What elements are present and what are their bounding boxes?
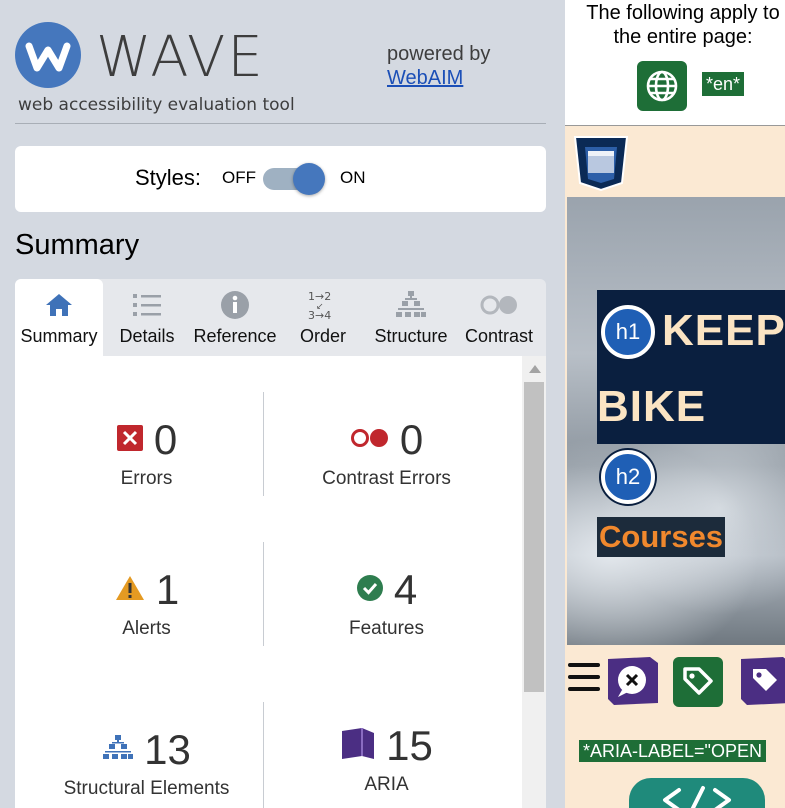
features-label: Features — [349, 618, 424, 639]
tab-label: Reference — [193, 326, 277, 346]
language-globe-icon[interactable] — [637, 61, 687, 111]
tab-label: Summary — [20, 326, 98, 346]
aria-label-tag: *ARIA-LABEL="OPEN — [579, 740, 766, 762]
html5-structure-icon[interactable] — [573, 135, 629, 192]
aria-stat[interactable]: 15 ARIA — [267, 724, 506, 796]
logo-text: WAVE — [96, 25, 265, 90]
tab-label: Structure — [374, 326, 448, 346]
tag-feature-icon[interactable] — [673, 657, 723, 707]
styles-toggle-knob[interactable] — [293, 163, 325, 195]
info-icon — [191, 291, 279, 319]
tab-label: Order — [299, 326, 346, 346]
aria-count: 15 — [386, 722, 433, 769]
styles-off-label: OFF — [222, 168, 256, 187]
list-icon — [103, 291, 191, 319]
tab-structure[interactable]: Structure — [367, 279, 455, 356]
tab-reference[interactable]: Reference — [191, 279, 279, 356]
tab-details[interactable]: Details — [103, 279, 191, 356]
structural-label: Structural Elements — [63, 778, 230, 799]
logo-tagline: web accessibility evaluation tool — [18, 95, 295, 115]
h1-text-line-2: BIKE — [597, 382, 707, 431]
hamburger-menu-icon[interactable] — [568, 663, 600, 691]
contrast-errors-count: 0 — [399, 416, 424, 463]
errors-label: Errors — [120, 468, 173, 489]
order-icon: 1→2 ↙ 3→4 — [279, 290, 367, 322]
contrast-errors-stat[interactable]: 0 Contrast Errors — [267, 418, 506, 490]
h1-badge[interactable]: h1 — [601, 305, 655, 359]
styles-toggle-panel: Styles: OFF ON — [15, 146, 546, 212]
structural-count: 13 — [144, 726, 191, 773]
tab-contrast[interactable]: Contrast — [455, 279, 543, 356]
scroll-up-arrow-icon[interactable] — [529, 365, 541, 373]
wave-logo-icon — [15, 22, 81, 88]
alert-icon — [114, 574, 146, 607]
styles-on-label: ON — [340, 168, 366, 187]
page-info-text: The following apply to the entire page: — [586, 2, 780, 48]
code-element-icon[interactable] — [629, 778, 765, 808]
structural-elements-stat[interactable]: 13 Structural Elements — [27, 728, 266, 800]
tab-label: Contrast — [464, 326, 534, 346]
contrast-errors-label: Contrast Errors — [322, 468, 451, 489]
webaim-link[interactable]: WebAIM — [387, 66, 490, 90]
summary-content: 0 Errors 0 Contrast Errors 1 Alerts 4 Fe… — [15, 356, 546, 808]
feature-check-icon — [356, 574, 384, 607]
tab-label: Details — [119, 326, 175, 346]
errors-stat[interactable]: 0 Errors — [27, 418, 266, 490]
page-level-info: The following apply to the entire page: … — [565, 0, 785, 126]
language-tag: *en* — [702, 72, 745, 96]
scroll-thumb[interactable] — [524, 382, 544, 692]
powered-by: powered by WebAIM — [387, 42, 490, 90]
tag-aria-icon[interactable] — [739, 655, 785, 712]
tab-summary[interactable]: Summary — [15, 279, 103, 356]
powered-by-label: powered by — [387, 43, 491, 65]
contrast-icon — [455, 291, 543, 319]
wave-sidebar: WAVE web accessibility evaluation tool p… — [0, 0, 565, 808]
page-preview: The following apply to the entire page: … — [565, 0, 785, 808]
h2-text: Courses — [597, 517, 726, 557]
h1-text-line-1: KEEP — [662, 306, 785, 355]
alerts-stat[interactable]: 1 Alerts — [27, 568, 266, 640]
speech-bubble-aria-icon[interactable] — [606, 655, 660, 712]
alerts-count: 1 — [155, 566, 180, 613]
structure-icon — [367, 291, 455, 319]
page-title: Summary — [15, 229, 140, 261]
error-icon — [116, 424, 144, 457]
svg-text:3→4: 3→4 — [308, 309, 331, 322]
features-count: 4 — [393, 566, 418, 613]
tab-order[interactable]: 1→2 ↙ 3→4 Order — [279, 279, 367, 356]
h2-badge[interactable]: h2 — [601, 450, 655, 504]
styles-label: Styles: — [135, 165, 202, 190]
aria-icon — [340, 726, 376, 767]
features-stat[interactable]: 4 Features — [267, 568, 506, 640]
contrast-error-icon — [350, 427, 390, 454]
home-icon — [15, 291, 103, 319]
alerts-label: Alerts — [122, 618, 171, 639]
summary-scrollbar[interactable] — [522, 356, 546, 808]
panel-tabs: Summary Details Reference 1→2 ↙ 3→4 Orde… — [15, 279, 546, 356]
aria-label: ARIA — [364, 774, 409, 795]
errors-count: 0 — [153, 416, 178, 463]
header-divider — [15, 123, 546, 124]
structure-icon — [102, 734, 134, 767]
navigation-icons — [565, 655, 785, 711]
